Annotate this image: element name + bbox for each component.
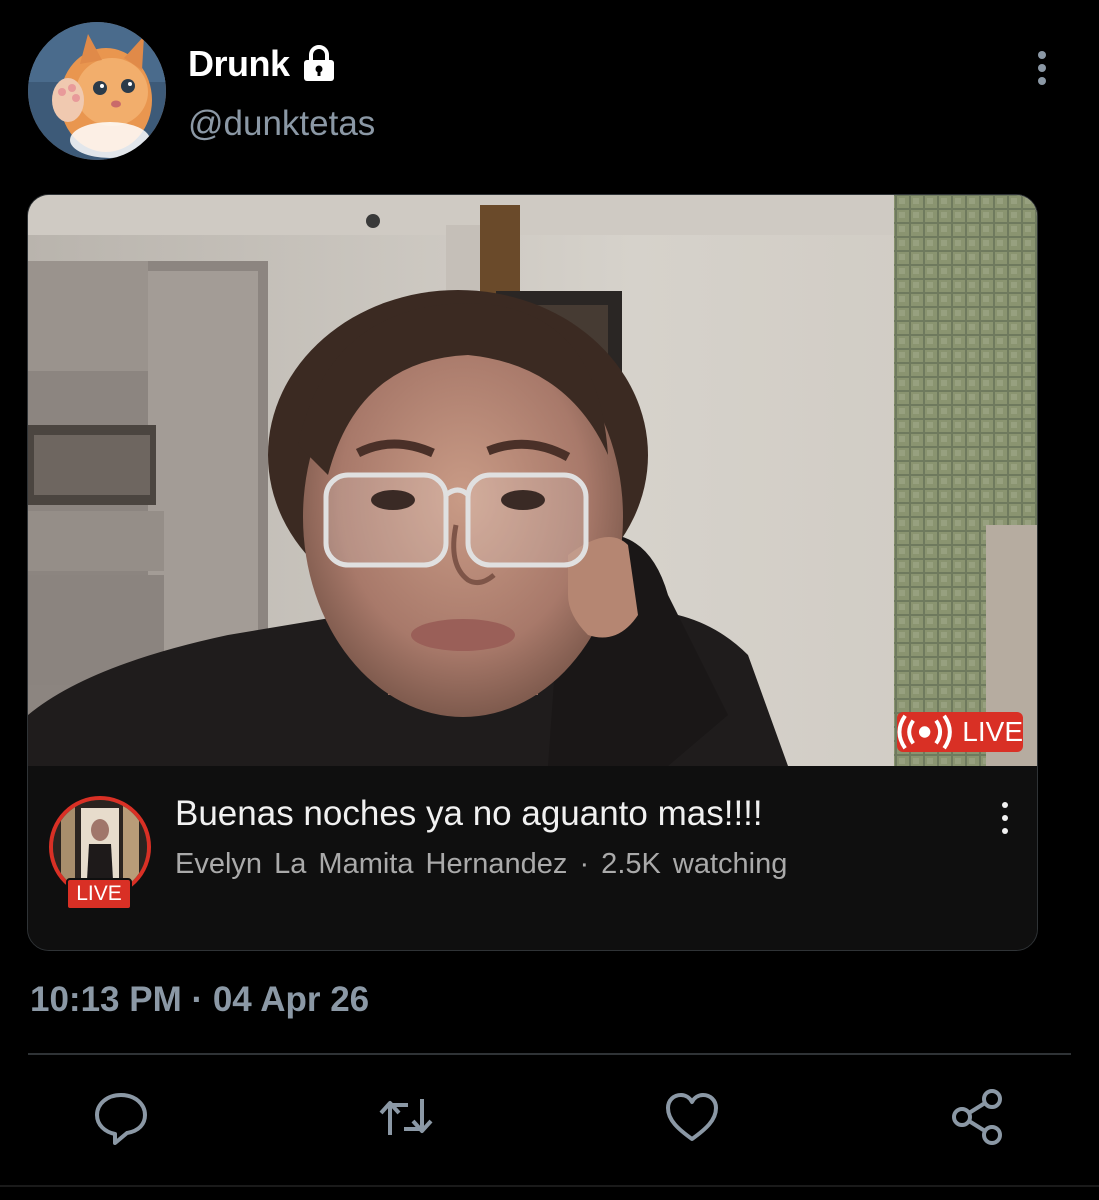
- stream-info-panel: LIVE Buenas noches ya no aguanto mas!!!!…: [28, 766, 1037, 950]
- stream-channel-meta[interactable]: Evelyn La Mamita Hernandez · 2.5K watchi…: [175, 848, 787, 881]
- reply-button[interactable]: [91, 1085, 151, 1149]
- divider: [28, 1053, 1071, 1055]
- retweet-icon: [379, 1099, 433, 1135]
- author-handle[interactable]: @dunktetas: [188, 104, 375, 144]
- bottom-divider: [0, 1185, 1099, 1187]
- video-live-badge: LIVE: [897, 712, 1023, 752]
- author-avatar[interactable]: [28, 22, 166, 160]
- share-icon: [952, 1089, 1002, 1145]
- stream-more-options-icon[interactable]: [998, 802, 1012, 834]
- kitten-avatar-image: [28, 22, 166, 160]
- tweet: Drunk @dunktetas LIVE LIVE Buenas noches…: [0, 0, 1099, 1200]
- live-video-thumbnail[interactable]: LIVE: [28, 195, 1037, 766]
- tweet-timestamp[interactable]: 10:13 PM · 04 Apr 26: [30, 980, 369, 1020]
- stream-title[interactable]: Buenas noches ya no aguanto mas!!!!: [175, 794, 763, 834]
- channel-avatar-wrap[interactable]: LIVE: [45, 792, 155, 910]
- tweet-action-bar: [0, 1085, 1099, 1155]
- retweet-button[interactable]: [376, 1085, 436, 1149]
- like-button[interactable]: [662, 1085, 722, 1149]
- channel-live-tag: LIVE: [66, 878, 132, 910]
- author-display-name[interactable]: Drunk: [188, 43, 290, 85]
- media-card[interactable]: LIVE LIVE Buenas noches ya no aguanto ma…: [27, 194, 1038, 951]
- reply-icon: [95, 1093, 147, 1145]
- lock-icon: [303, 45, 334, 81]
- video-live-label: LIVE: [962, 716, 1023, 747]
- more-options-icon[interactable]: [1026, 48, 1058, 88]
- like-icon: [666, 1093, 718, 1141]
- video-still-image: [28, 195, 1037, 766]
- author-name-row[interactable]: Drunk: [188, 42, 336, 86]
- broadcast-icon: [897, 714, 952, 750]
- share-button[interactable]: [948, 1085, 1008, 1149]
